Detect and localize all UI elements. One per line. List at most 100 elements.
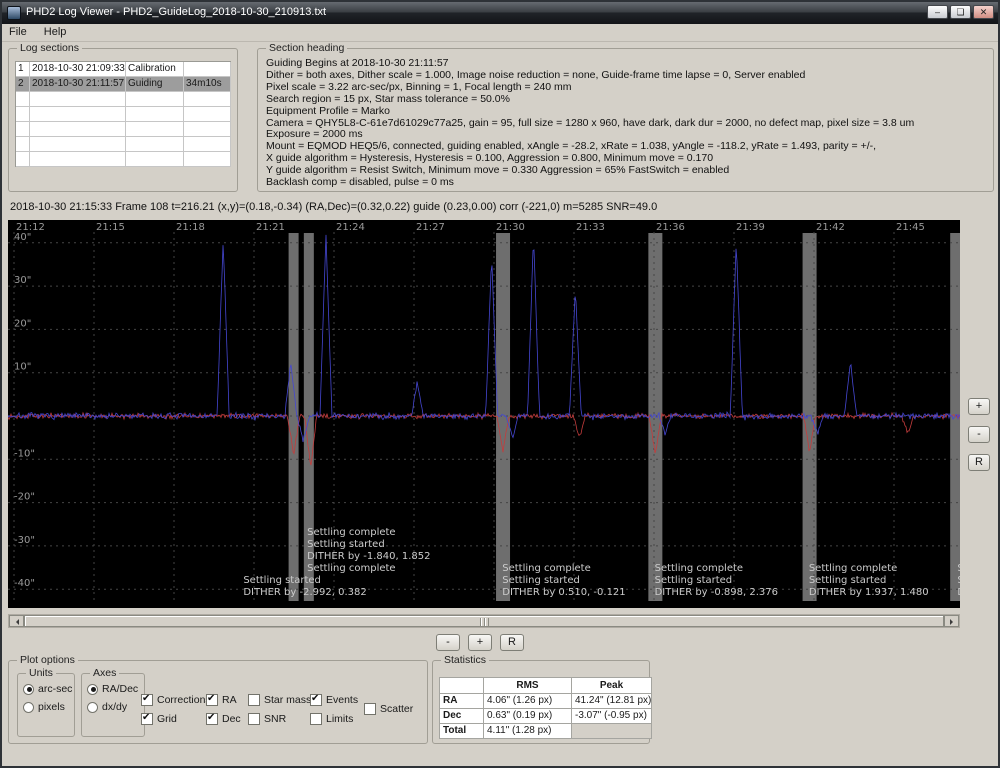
guide-chart-svg[interactable]: 21:12 21:15 21:18 21:21 21:24 21:27 21:30 21:33… [8,220,960,608]
checkbox-label: Dec [222,713,241,725]
log-sections-group-label: Log sections [17,42,82,55]
radio-label: RA/Dec [102,683,139,695]
checkbox-scatter[interactable]: Scatter [364,700,413,718]
radio-ra-dec[interactable]: RA/Dec [87,680,144,698]
stats-cell: 0.63" (0.19 px) [484,709,572,724]
log-cell [30,92,126,107]
scroll-left-arrow-button[interactable] [9,615,24,627]
units-subgroup: Units arc-sec pixels [17,667,75,737]
checkbox-icon [141,712,153,725]
svg-text:Settling started: Settling started [307,539,385,550]
statistics-group: Statistics RMS Peak RA 4.06" (1.26 px) 41.24… [432,654,652,744]
log-cell [126,122,184,137]
svg-text:DITHER by 0.510, -0.121: DITHER by 0.510, -0.121 [502,587,625,598]
radio-arc-sec[interactable]: arc-sec [23,680,74,698]
svg-text:21:42: 21:42 [816,222,845,233]
scroll-right-arrow-button[interactable] [944,615,959,627]
plot-options-label: Plot options [17,654,78,667]
svg-text:21:39: 21:39 [736,222,765,233]
log-section-row[interactable] [16,92,231,107]
log-cell [126,137,184,152]
log-cell: Calibration [126,62,184,77]
chart-zoom-out-button[interactable]: - [968,426,990,443]
checkbox-star-mass[interactable]: Star mass [248,691,311,709]
radio-label: pixels [38,701,65,713]
checkbox-label: Corrections [157,694,211,706]
plot-options-group: Plot options Units arc-sec pixels Axes RA… [8,654,428,744]
svg-text:Settling started: Settling started [502,575,580,586]
stats-cell: 4.06" (1.26 px) [484,694,572,709]
heading-line: Pixel scale = 3.22 arc-sec/px, Binning =… [266,80,572,93]
checkbox-label: RA [222,694,237,706]
maximize-button[interactable]: ❏ [950,5,971,19]
checkbox-icon [206,712,218,725]
log-cell [184,107,231,122]
log-cell [126,92,184,107]
log-cell [184,92,231,107]
hreset-button[interactable]: R [500,634,524,651]
svg-text:Settling complete: Settling complete [307,527,395,538]
log-cell [184,122,231,137]
radio-pixels[interactable]: pixels [23,698,74,716]
checkbox-grid[interactable]: Grid [141,710,177,728]
stats-cell [572,724,652,739]
checkbox-icon [364,703,376,715]
section-heading-group-label: Section heading [266,42,348,55]
checkbox-snr[interactable]: SNR [248,710,286,728]
log-section-row[interactable] [16,122,231,137]
svg-text:Settling complete: Settling complete [957,563,960,574]
menu-help[interactable]: Help [37,24,74,40]
checkbox-events[interactable]: Events [310,691,358,709]
menu-file[interactable]: File [2,24,34,40]
checkbox-label: Star mass [264,694,312,706]
log-sections-table[interactable]: 1 2018-10-30 21:09:33 Calibration 2 2018-10-… [15,61,231,167]
checkbox-limits[interactable]: Limits [310,710,353,728]
titlebar[interactable]: PHD2 Log Viewer - PHD2_GuideLog_2018-10-… [2,2,998,24]
log-cell [30,137,126,152]
scrollbar-thumb[interactable] [24,615,944,627]
chart-hscrollbar[interactable] [8,614,960,628]
svg-text:-30": -30" [14,535,35,546]
app-icon [7,6,21,20]
svg-text:DITHER by -1.840, 1.852: DITHER by -1.840, 1.852 [307,551,430,562]
svg-text:DITHER by 1.937, 1.480: DITHER by 1.937, 1.480 [809,587,929,598]
checkbox-ra[interactable]: RA [206,691,237,709]
radio-icon [23,683,34,695]
svg-text:DITHER by -2.992, 0.382: DITHER by -2.992, 0.382 [243,587,366,598]
svg-text:-20": -20" [14,492,35,503]
phd2-log-viewer-window: PHD2 Log Viewer - PHD2_GuideLog_2018-10-… [0,0,1000,768]
right-triangle-icon [950,619,956,625]
svg-text:20": 20" [14,318,31,329]
minimize-button[interactable]: – [927,5,948,19]
svg-text:30": 30" [14,275,31,286]
log-section-row[interactable]: 2 2018-10-30 21:11:57 Guiding 34m10s [16,77,231,92]
log-section-row[interactable] [16,152,231,167]
heading-line: Search region = 15 px, Star mass toleran… [266,92,510,105]
log-cell: 2 [16,77,30,92]
stats-row-ra: RA 4.06" (1.26 px) 41.24" (12.81 px) [440,694,652,709]
radio-dx-dy[interactable]: dx/dy [87,698,144,716]
svg-text:Settling started: Settling started [243,575,321,586]
radio-label: arc-sec [38,683,73,695]
heading-line: Equipment Profile = Marko [266,104,391,117]
close-button[interactable]: ✕ [973,5,994,19]
statistics-table: RMS Peak RA 4.06" (1.26 px) 41.24" (12.81 px… [439,677,652,739]
checkbox-icon [248,713,260,725]
hzoom-in-button[interactable]: + [468,634,492,651]
log-cell [16,137,30,152]
checkbox-dec[interactable]: Dec [206,710,241,728]
log-section-row[interactable]: 1 2018-10-30 21:09:33 Calibration [16,62,231,77]
log-cell: 34m10s [184,77,231,92]
axes-subgroup: Axes RA/Dec dx/dy [81,667,145,737]
hzoom-out-button[interactable]: - [436,634,460,651]
checkbox-corrections[interactable]: Corrections [141,691,211,709]
stats-row-total: Total 4.11" (1.28 px) [440,724,652,739]
guide-chart[interactable]: 21:12 21:15 21:18 21:21 21:24 21:27 21:30 21:33… [8,220,960,608]
checkbox-icon [206,693,218,706]
chart-vreset-button[interactable]: R [968,454,990,471]
log-section-row[interactable] [16,137,231,152]
chart-zoom-in-button[interactable]: + [968,398,990,415]
stats-cell: RA [440,694,484,709]
log-section-row[interactable] [16,107,231,122]
checkbox-icon [310,713,322,725]
